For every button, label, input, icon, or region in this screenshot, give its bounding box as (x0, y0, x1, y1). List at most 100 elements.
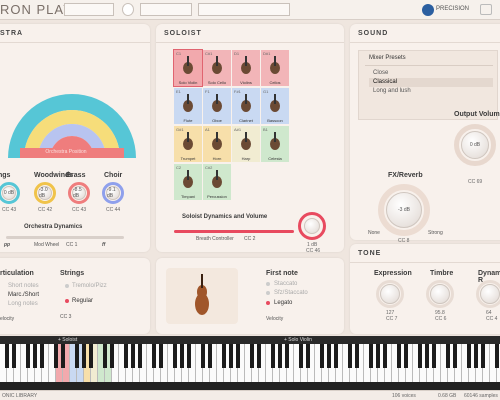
black-key[interactable] (481, 344, 485, 368)
black-key[interactable] (404, 344, 408, 368)
strings-level-knob[interactable]: 0 dB (2, 186, 16, 200)
black-key[interactable] (397, 344, 401, 368)
black-key[interactable] (26, 344, 30, 368)
expression-knob[interactable] (380, 284, 400, 304)
orchestra-dynamics-slider[interactable] (6, 236, 124, 239)
black-key[interactable] (229, 344, 233, 368)
black-key[interactable] (432, 344, 436, 368)
instrument-icon (212, 56, 222, 74)
menu-icon[interactable] (480, 4, 492, 15)
black-key[interactable] (187, 344, 191, 368)
black-key[interactable] (425, 344, 429, 368)
output-volume-knob[interactable]: 0 dB (461, 131, 489, 159)
black-key[interactable] (376, 344, 380, 368)
black-key[interactable] (320, 344, 324, 368)
soloist-volume-knob[interactable] (304, 218, 320, 234)
first-note-sfz[interactable]: Sfz/Staccato (274, 290, 308, 296)
black-key[interactable] (124, 344, 128, 368)
articulation-long[interactable]: Long notes (8, 301, 38, 307)
preset-field[interactable] (64, 3, 114, 16)
black-key[interactable] (446, 344, 450, 368)
soloist-dynamics-slider[interactable] (174, 230, 294, 233)
tremolo-radio[interactable] (65, 284, 69, 288)
black-key[interactable] (201, 344, 205, 368)
black-key[interactable] (61, 344, 65, 368)
black-key[interactable] (152, 344, 156, 368)
sfz-radio[interactable] (266, 291, 270, 295)
first-note-staccato[interactable]: Staccato (274, 281, 297, 287)
staccato-radio[interactable] (266, 282, 270, 286)
black-key[interactable] (467, 344, 471, 368)
brass-level-knob[interactable]: -8.5 dB (72, 186, 86, 200)
instrument-oboe[interactable]: F1 Oboe (203, 88, 231, 124)
black-key[interactable] (222, 344, 226, 368)
black-key[interactable] (418, 344, 422, 368)
black-key[interactable] (75, 344, 79, 368)
black-key[interactable] (180, 344, 184, 368)
instrument-horn[interactable]: A1 Horn (203, 126, 231, 162)
preset-close[interactable]: Close (373, 70, 388, 76)
black-key[interactable] (355, 344, 359, 368)
instrument-harp[interactable]: A#1 Harp (232, 126, 260, 162)
black-key[interactable] (82, 344, 86, 368)
black-key[interactable] (12, 344, 16, 368)
power-icon[interactable] (122, 3, 134, 16)
black-key[interactable] (306, 344, 310, 368)
instrument-trumpet[interactable]: G#1 Trumpet (174, 126, 202, 162)
black-key[interactable] (250, 344, 254, 368)
black-key[interactable] (173, 344, 177, 368)
black-key[interactable] (208, 344, 212, 368)
black-key[interactable] (131, 344, 135, 368)
black-key[interactable] (103, 344, 107, 368)
black-key[interactable] (495, 344, 499, 368)
preset-long-lush[interactable]: Long and lush (373, 88, 411, 94)
transport-field[interactable] (140, 3, 192, 16)
black-key[interactable] (278, 344, 282, 368)
black-key[interactable] (54, 344, 58, 368)
piano-keyboard[interactable] (0, 344, 500, 390)
black-key[interactable] (285, 344, 289, 368)
choir-level-knob[interactable]: -9.1 dB (106, 186, 120, 200)
black-key[interactable] (271, 344, 275, 368)
black-key[interactable] (159, 344, 163, 368)
instrument-cellos[interactable]: D#1 Cellos (261, 50, 289, 86)
preset-classical[interactable]: Classical (373, 79, 397, 85)
black-key[interactable] (334, 344, 338, 368)
legato-radio[interactable] (266, 301, 270, 305)
black-key[interactable] (236, 344, 240, 368)
instrument-percussion[interactable]: C#2 Percussion (203, 164, 231, 200)
instrument-clarinet[interactable]: F#1 Clarinet (232, 88, 260, 124)
black-key[interactable] (327, 344, 331, 368)
strings-regular[interactable]: Regular (72, 298, 93, 304)
black-key[interactable] (383, 344, 387, 368)
black-key[interactable] (89, 344, 93, 368)
violin-icon (195, 274, 209, 315)
black-key[interactable] (40, 344, 44, 368)
fx-reverb-knob[interactable]: -3 dB (386, 192, 422, 228)
regular-radio[interactable] (65, 299, 69, 303)
instrument-celesta[interactable]: B1 Celesta (261, 126, 289, 162)
instrument-solo-cello[interactable]: C#1 Solo Cello (203, 50, 231, 86)
black-key[interactable] (474, 344, 478, 368)
black-key[interactable] (299, 344, 303, 368)
instrument-solo-violin[interactable]: C1 Solo Violin (173, 49, 203, 87)
black-key[interactable] (5, 344, 9, 368)
first-note-legato[interactable]: Legato (274, 300, 292, 306)
instrument-violins[interactable]: D1 Violins (232, 50, 260, 86)
dynamic-range-knob[interactable] (480, 284, 500, 304)
articulation-marc[interactable]: Marc./Short (8, 292, 39, 298)
black-key[interactable] (453, 344, 457, 368)
timbre-knob[interactable] (430, 284, 450, 304)
strings-tremolo[interactable]: Tremolo/Pizz (72, 283, 107, 289)
black-key[interactable] (138, 344, 142, 368)
woodwinds-level-knob[interactable]: -3.0 dB (38, 186, 52, 200)
black-key[interactable] (348, 344, 352, 368)
instrument-flute[interactable]: E1 Flute (174, 88, 202, 124)
black-key[interactable] (33, 344, 37, 368)
black-key[interactable] (369, 344, 373, 368)
black-key[interactable] (257, 344, 261, 368)
articulation-short[interactable]: Short notes (8, 283, 39, 289)
black-key[interactable] (110, 344, 114, 368)
instrument-bassoon[interactable]: G1 Bassoon (261, 88, 289, 124)
instrument-timpani[interactable]: C2 Timpani (174, 164, 202, 200)
